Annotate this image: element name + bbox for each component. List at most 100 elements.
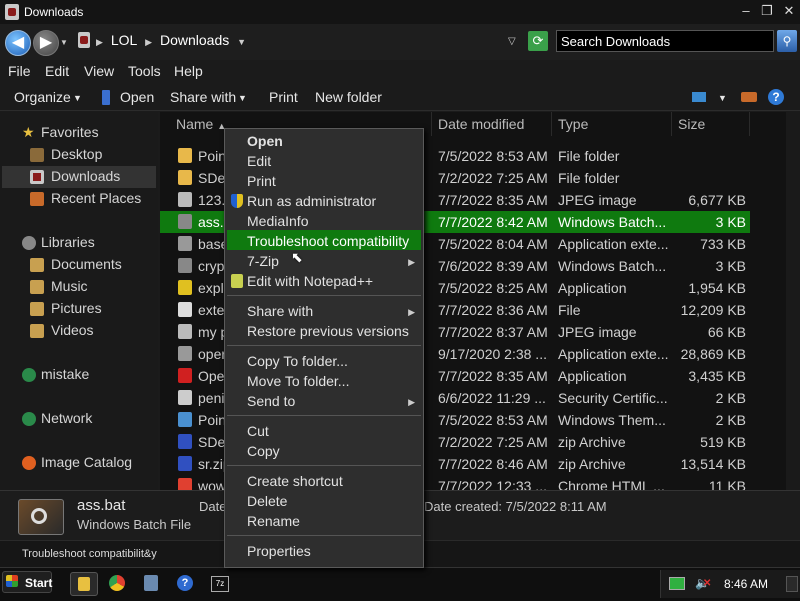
nav-network[interactable]: Network — [41, 410, 92, 426]
view-chevron-icon[interactable]: ▼ — [718, 93, 727, 103]
ctx-open[interactable]: Open — [247, 133, 283, 149]
refresh-button[interactable]: ⟳ — [528, 31, 548, 51]
back-button[interactable]: ◀ — [5, 30, 31, 56]
breadcrumb-downloads[interactable]: Downloads — [160, 32, 229, 48]
ctx-send-to[interactable]: Send to — [247, 393, 295, 409]
menu-file[interactable]: File — [8, 63, 31, 79]
search-icon[interactable]: ⚲ — [777, 30, 797, 52]
show-desktop-button[interactable] — [786, 576, 798, 592]
view-icon[interactable] — [692, 92, 706, 102]
ctx-restore[interactable]: Restore previous versions — [247, 323, 409, 339]
ctx-edit[interactable]: Edit — [247, 153, 271, 169]
ctx-delete[interactable]: Delete — [247, 493, 287, 509]
breadcrumb-lol[interactable]: LOL — [111, 32, 137, 48]
forward-arrow-icon: ▶ — [39, 34, 53, 51]
ctx-mediainfo[interactable]: MediaInfo — [247, 213, 308, 229]
cell-date: 7/5/2022 8:53 AM — [438, 412, 548, 428]
nav-documents[interactable]: Documents — [51, 256, 122, 272]
column-header-size[interactable]: Size — [670, 112, 750, 136]
maximize-button[interactable]: ❐ — [757, 3, 777, 19]
cell-date: 9/17/2020 2:38 ... — [438, 346, 547, 362]
submenu-arrow-icon: ▶ — [408, 307, 415, 317]
cell-type: Application — [558, 280, 627, 296]
help-icon[interactable]: ? — [768, 89, 784, 105]
taskbar-explorer-icon[interactable] — [70, 572, 98, 596]
recent-places-icon — [30, 192, 44, 206]
submenu-arrow-icon: ▶ — [408, 257, 415, 267]
ctx-share-with[interactable]: Share with — [247, 303, 313, 319]
cell-type: Application exte... — [558, 346, 668, 362]
cell-date: 7/6/2022 8:39 AM — [438, 258, 548, 274]
cell-type: zip Archive — [558, 434, 626, 450]
taskbar-help-icon[interactable]: ? — [172, 572, 198, 594]
taskbar-7zip-icon[interactable]: 7z — [206, 572, 232, 594]
cell-type: Windows Them... — [558, 412, 666, 428]
cell-date: 7/7/2022 8:46 AM — [438, 456, 548, 472]
nav-downloads[interactable]: Downloads — [51, 168, 120, 184]
menu-edit[interactable]: Edit — [45, 63, 69, 79]
cell-type: Application exte... — [558, 236, 668, 252]
open-icon — [102, 90, 110, 105]
network-tray-icon[interactable] — [669, 577, 685, 590]
search-input[interactable]: Search Downloads — [556, 30, 774, 52]
address-dropdown-icon[interactable]: ▽ — [508, 36, 516, 47]
cell-type: Security Certific... — [558, 390, 668, 406]
nav-mistake[interactable]: mistake — [41, 366, 89, 382]
menu-view[interactable]: View — [84, 63, 114, 79]
breadcrumb[interactable]: ▶ LOL ▶ Downloads ▼ — [96, 32, 250, 48]
recent-pages-chevron-icon[interactable]: ▼ — [60, 38, 68, 47]
ctx-troubleshoot[interactable]: Troubleshoot compatibility — [247, 233, 409, 249]
preview-pane-icon[interactable] — [741, 92, 757, 102]
nav-desktop[interactable]: Desktop — [51, 146, 102, 162]
desktop-icon — [30, 148, 44, 162]
print-button[interactable]: Print — [269, 89, 298, 105]
close-button[interactable]: ✕ — [779, 3, 799, 19]
cell-date: 7/7/2022 8:37 AM — [438, 324, 548, 340]
organize-button[interactable]: Organize — [14, 89, 71, 105]
menu-help[interactable]: Help — [174, 63, 203, 79]
ctx-rename[interactable]: Rename — [247, 513, 300, 529]
nav-favorites[interactable]: Favorites — [41, 124, 99, 140]
clock[interactable]: 8:46 AM — [724, 577, 768, 591]
new-folder-button[interactable]: New folder — [315, 89, 382, 105]
cell-date: 7/2/2022 7:25 AM — [438, 170, 548, 186]
nav-music[interactable]: Music — [51, 278, 88, 294]
organize-chevron-icon[interactable]: ▼ — [73, 93, 82, 103]
window-title: Downloads — [24, 5, 84, 19]
taskbar-app-icon[interactable] — [138, 572, 164, 594]
column-header-type[interactable]: Type — [550, 112, 672, 136]
share-with-button[interactable]: Share with — [170, 89, 236, 105]
ctx-create-shortcut[interactable]: Create shortcut — [247, 473, 343, 489]
ctx-move-to[interactable]: Move To folder... — [247, 373, 349, 389]
file-icon — [178, 148, 192, 163]
batch-file-icon — [18, 499, 64, 535]
vertical-scrollbar[interactable] — [786, 112, 800, 490]
windows-logo-icon — [6, 575, 18, 587]
forward-button[interactable]: ▶ — [33, 30, 59, 56]
ctx-print[interactable]: Print — [247, 173, 276, 189]
cell-size: 2 KB — [715, 412, 746, 428]
cell-type: File folder — [558, 170, 620, 186]
open-button[interactable]: Open — [120, 89, 154, 105]
cell-date: 7/7/2022 8:42 AM — [438, 214, 548, 230]
nav-pictures[interactable]: Pictures — [51, 300, 102, 316]
ctx-properties[interactable]: Properties — [247, 543, 311, 559]
nav-image-catalog[interactable]: Image Catalog — [41, 454, 132, 470]
nav-recent-places[interactable]: Recent Places — [51, 190, 141, 206]
details-date-label: Date — [199, 499, 227, 514]
column-header-date[interactable]: Date modified — [430, 112, 552, 136]
ctx-edit-notepad[interactable]: Edit with Notepad++ — [247, 273, 373, 289]
share-chevron-icon[interactable]: ▼ — [238, 93, 247, 103]
ctx-copy[interactable]: Copy — [247, 443, 280, 459]
minimize-button[interactable]: – — [736, 3, 756, 19]
taskbar-chrome-icon[interactable] — [104, 572, 130, 594]
ctx-7zip[interactable]: 7-Zip — [247, 253, 279, 269]
nav-libraries[interactable]: Libraries — [41, 234, 95, 250]
cell-size: 28,869 KB — [680, 346, 746, 362]
ctx-run-as-admin[interactable]: Run as administrator — [247, 193, 376, 209]
nav-videos[interactable]: Videos — [51, 322, 94, 338]
menu-tools[interactable]: Tools — [128, 63, 161, 79]
ctx-cut[interactable]: Cut — [247, 423, 269, 439]
ctx-copy-to[interactable]: Copy To folder... — [247, 353, 348, 369]
cell-type: File — [558, 302, 581, 318]
